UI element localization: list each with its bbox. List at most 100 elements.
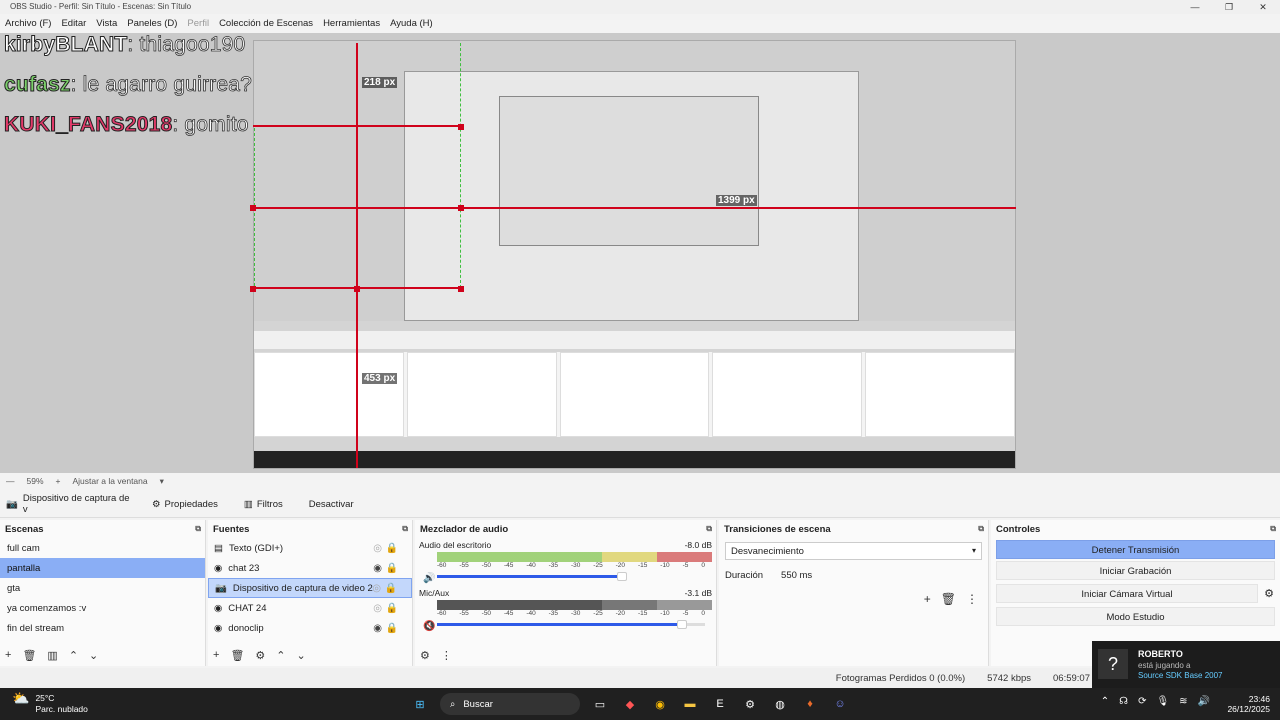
- source-item[interactable]: ▤ Texto (GDI+) ◎ 🔒: [208, 538, 412, 558]
- minimize-icon[interactable]: —: [1178, 0, 1212, 14]
- steam-icon[interactable]: ⚙: [740, 694, 760, 714]
- chevron-down-icon[interactable]: ⌄: [89, 649, 98, 662]
- resize-handle[interactable]: [458, 286, 464, 292]
- close-icon[interactable]: ✕: [1246, 0, 1280, 14]
- add-icon[interactable]: +: [924, 592, 931, 606]
- scene-item[interactable]: ya comenzamos :v: [0, 598, 205, 618]
- resize-handle[interactable]: [250, 286, 256, 292]
- sync-icon[interactable]: ⟳: [1138, 696, 1146, 707]
- dock-undock-icon[interactable]: ⧉: [1270, 524, 1276, 534]
- zoom-in-icon[interactable]: +: [56, 476, 61, 486]
- resize-handle[interactable]: [458, 205, 464, 211]
- speaker-icon[interactable]: 🔊: [423, 573, 435, 584]
- weather-widget[interactable]: ⛅ 25°C Parc. nublado: [12, 691, 88, 715]
- scene-item[interactable]: gta: [0, 578, 205, 598]
- volume-icon[interactable]: 🔊: [1198, 696, 1210, 707]
- volume-knob[interactable]: [677, 620, 687, 629]
- menu-perfil[interactable]: Perfil: [187, 16, 209, 32]
- filters-button[interactable]: ▥ Filtros: [234, 495, 293, 514]
- menu-coleccion[interactable]: Colección de Escenas: [219, 16, 313, 32]
- eye-hidden-icon[interactable]: ◎: [372, 583, 381, 594]
- eye-hidden-icon[interactable]: ◎: [373, 543, 382, 554]
- eye-hidden-icon[interactable]: ◎: [373, 603, 382, 614]
- resize-handle[interactable]: [250, 205, 256, 211]
- duration-input[interactable]: 550 ms: [781, 570, 812, 581]
- task-view-icon[interactable]: ▭: [590, 694, 610, 714]
- volume-slider[interactable]: [437, 620, 705, 629]
- eye-icon[interactable]: ◉: [373, 563, 382, 574]
- gear-icon[interactable]: ⚙: [420, 649, 430, 662]
- more-icon[interactable]: ⋮: [441, 649, 452, 662]
- trash-icon[interactable]: 🗑: [230, 649, 244, 662]
- gear-icon[interactable]: ⚙: [255, 649, 265, 662]
- menu-paneles[interactable]: Paneles (D): [127, 16, 177, 32]
- trash-icon[interactable]: 🗑: [941, 592, 956, 606]
- resize-handle[interactable]: [458, 124, 464, 130]
- lock-icon[interactable]: 🔒: [386, 543, 398, 554]
- studio-mode-button[interactable]: Modo Estudio: [996, 607, 1275, 626]
- scale-tick: 0: [701, 562, 705, 569]
- game-icon[interactable]: ♦: [800, 694, 820, 714]
- add-icon[interactable]: +: [213, 649, 219, 662]
- chrome-icon[interactable]: ◉: [650, 694, 670, 714]
- deactivate-button[interactable]: Desactivar: [299, 495, 364, 514]
- mic-icon[interactable]: 🎙: [1156, 696, 1169, 707]
- stop-stream-button[interactable]: Detener Transmisión: [996, 540, 1275, 559]
- maximize-icon[interactable]: ❐: [1212, 0, 1246, 14]
- discord-notification[interactable]: ? ROBERTO está jugando a Source SDK Base…: [1092, 641, 1280, 688]
- zoom-out-icon[interactable]: —: [6, 476, 15, 486]
- obs-icon[interactable]: ◍: [770, 694, 790, 714]
- source-item[interactable]: 📷 Dispositivo de captura de video 2 ◎ 🔒: [208, 578, 412, 598]
- chevron-up-icon[interactable]: ⌃: [1101, 696, 1109, 707]
- lock-icon[interactable]: 🔒: [386, 563, 398, 574]
- taskbar-search[interactable]: ⌕ Buscar: [440, 693, 580, 715]
- epic-games-icon[interactable]: E: [710, 694, 730, 714]
- chat-line: kirbyBLANT: thiagoo190: [3, 33, 245, 57]
- dock-undock-icon[interactable]: ⧉: [402, 524, 408, 534]
- start-recording-button[interactable]: Iniciar Grabación: [996, 561, 1275, 580]
- scene-item[interactable]: fin del stream: [0, 618, 205, 638]
- scene-item[interactable]: full cam: [0, 538, 205, 558]
- trash-icon[interactable]: 🗑: [22, 649, 36, 662]
- lock-icon[interactable]: 🔒: [385, 583, 397, 594]
- properties-button[interactable]: ⚙ Propiedades: [142, 495, 228, 514]
- source-item[interactable]: ◉ donoclip ◉ 🔒: [208, 618, 412, 638]
- speaker-muted-icon[interactable]: 🔇: [423, 621, 435, 632]
- menu-herramientas[interactable]: Herramientas: [323, 16, 380, 32]
- folder-icon[interactable]: ▬: [680, 694, 700, 714]
- menu-editar[interactable]: Editar: [61, 16, 86, 32]
- dock-undock-icon[interactable]: ⧉: [706, 524, 712, 534]
- dock-undock-icon[interactable]: ⧉: [978, 524, 984, 534]
- lock-icon[interactable]: 🔒: [386, 623, 398, 634]
- volume-slider[interactable]: [437, 572, 627, 581]
- discord-icon[interactable]: ☺: [830, 694, 850, 714]
- virtual-cam-button[interactable]: Iniciar Cámara Virtual: [996, 584, 1258, 603]
- transition-select[interactable]: Desvanecimiento ▾: [725, 542, 982, 560]
- source-item[interactable]: ◉ chat 23 ◉ 🔒: [208, 558, 412, 578]
- menu-vista[interactable]: Vista: [96, 16, 117, 32]
- gear-icon[interactable]: ⚙: [1258, 587, 1280, 600]
- chevron-up-icon[interactable]: ⌃: [69, 649, 78, 662]
- windows-start-icon[interactable]: ⊞: [410, 694, 430, 714]
- lock-icon[interactable]: 🔒: [386, 603, 398, 614]
- menu-archivo[interactable]: Archivo (F): [5, 16, 51, 32]
- add-icon[interactable]: +: [5, 649, 11, 662]
- clock[interactable]: 23:46 26/12/2025: [1227, 694, 1270, 714]
- filter-icon[interactable]: ▥: [47, 649, 57, 662]
- chevron-down-icon[interactable]: ⌄: [297, 649, 306, 662]
- chevron-down-icon[interactable]: ▾: [160, 476, 164, 487]
- scene-item[interactable]: pantalla: [0, 558, 205, 578]
- wifi-icon[interactable]: ≋: [1179, 696, 1187, 707]
- fit-window-button[interactable]: Ajustar a la ventana: [72, 476, 147, 486]
- headset-icon[interactable]: ☊: [1119, 696, 1128, 707]
- volume-knob[interactable]: [617, 572, 627, 581]
- menu-ayuda[interactable]: Ayuda (H): [390, 16, 433, 32]
- chevron-up-icon[interactable]: ⌃: [276, 649, 285, 662]
- brave-icon[interactable]: ◆: [620, 694, 640, 714]
- dock-undock-icon[interactable]: ⧉: [195, 524, 201, 534]
- source-item[interactable]: ◉ CHAT 24 ◎ 🔒: [208, 598, 412, 618]
- preview-canvas[interactable]: 218 px 453 px 1399 px kirbyBLANT: thiago…: [0, 33, 1280, 473]
- more-icon[interactable]: ⋮: [966, 592, 978, 606]
- eye-icon[interactable]: ◉: [373, 623, 382, 634]
- resize-handle[interactable]: [354, 286, 360, 292]
